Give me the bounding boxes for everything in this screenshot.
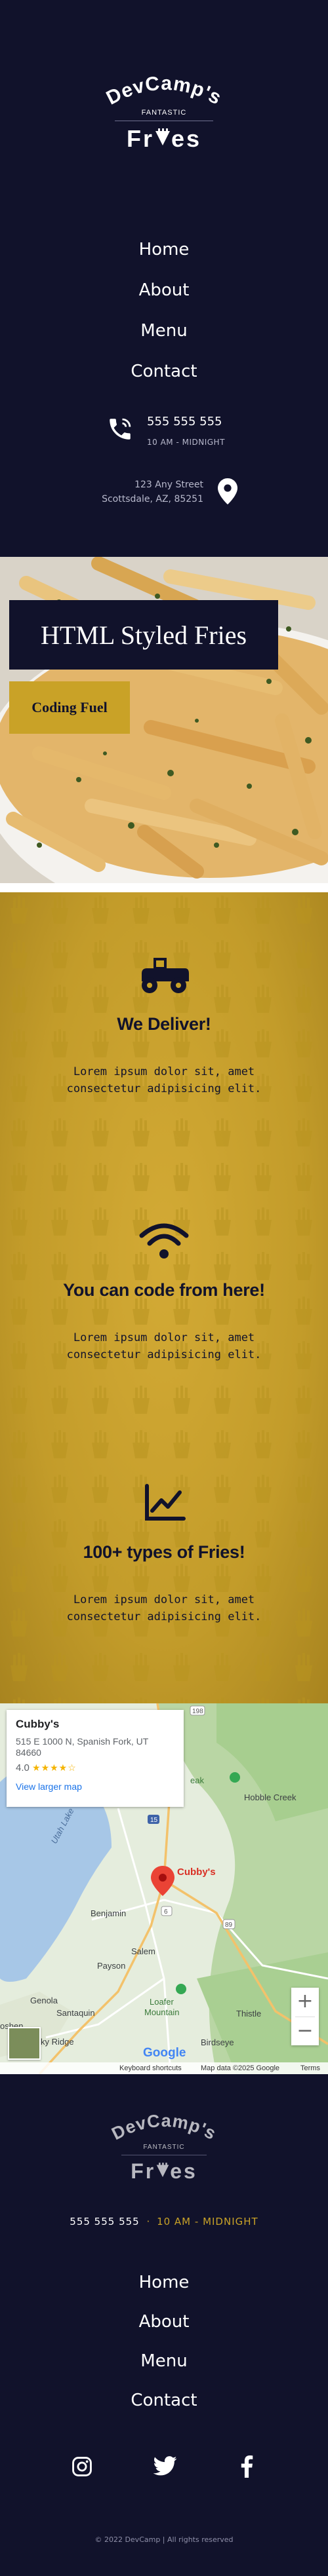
- label-birdseye: Birdseye: [201, 2037, 234, 2047]
- footer-hours: 10 AM - MIDNIGHT: [157, 2216, 258, 2227]
- feature-wifi: You can code from here! Lorem ipsum dolo…: [0, 1220, 328, 1363]
- wifi-icon: [0, 1220, 328, 1262]
- facebook-icon[interactable]: [240, 2455, 253, 2480]
- place-name: Cubby's: [16, 1718, 60, 1730]
- footer-brand-word: Fr es: [0, 2159, 328, 2184]
- rating-stars-icon: ★★★★☆: [32, 1762, 77, 1773]
- terms-link[interactable]: Terms: [300, 2064, 320, 2072]
- nav-menu[interactable]: Menu: [0, 316, 328, 356]
- footer-brand-arc: DevCamp's: [108, 2111, 219, 2144]
- label-thistle: Thistle: [236, 2009, 261, 2018]
- fries-v-icon: [154, 125, 171, 153]
- twitter-icon[interactable]: [153, 2455, 177, 2479]
- chart-line-icon: [0, 1482, 328, 1524]
- label-santaquin: Santaquin: [56, 2008, 95, 2018]
- site-footer: DevCamp's FANTASTIC Fr es 555 555 555 · 1…: [0, 2074, 328, 2576]
- header-hours: 10 AM - MIDNIGHT: [147, 438, 225, 447]
- label-loafer: Loafer: [150, 1997, 174, 2007]
- zoom-in-button[interactable]: +: [291, 1988, 319, 2017]
- route-6-label: 6: [164, 1908, 168, 1916]
- brand-word-es: es: [171, 125, 202, 152]
- svg-text:DevCamp's: DevCamp's: [108, 2111, 219, 2144]
- header-address-block: 123 Any Street Scottsdale, AZ, 85251: [79, 477, 249, 516]
- feature-text-wifi: Lorem ipsum dolor sit, amet consectetur …: [66, 1331, 262, 1361]
- nav-about[interactable]: About: [0, 275, 328, 316]
- footer-separator: ·: [146, 2216, 150, 2227]
- footer-brand-name: DevCamp's: [108, 2111, 218, 2144]
- feature-text-delivery: Lorem ipsum dolor sit, amet consectetur …: [66, 1065, 262, 1095]
- label-payson: Payson: [97, 1961, 125, 1971]
- label-benjamin: Benjamin: [91, 1908, 126, 1918]
- feature-delivery: We Deliver! Lorem ipsum dolor sit, amet …: [0, 954, 328, 1097]
- section-divider: [0, 883, 328, 892]
- social-links: [0, 2455, 328, 2482]
- footer-nav-about[interactable]: About: [0, 2307, 328, 2346]
- footer-nav: Home About Menu Contact: [0, 2267, 328, 2425]
- hero-subtitle: Coding Fuel: [9, 681, 130, 734]
- footer-contact-line: 555 555 555 · 10 AM - MIDNIGHT: [0, 2216, 328, 2227]
- map-zoom-controls: + −: [291, 1988, 319, 2045]
- map-attribution-bar: Keyboard shortcuts Map data ©2025 Google…: [0, 2062, 328, 2074]
- satellite-toggle-thumbnail[interactable]: [8, 2027, 41, 2060]
- google-logo: Google: [143, 2046, 186, 2060]
- map-place-card: Cubby's 515 E 1000 N, Spanish Fork, UT 8…: [7, 1710, 184, 1807]
- map-data-credit: Map data ©2025 Google: [201, 2064, 280, 2072]
- footer-brand-word-fr: Fr: [131, 2159, 156, 2183]
- address-city: Scottsdale, AZ, 85251: [102, 494, 203, 504]
- footer-nav-home[interactable]: Home: [0, 2267, 328, 2307]
- place-address: 515 E 1000 N, Spanish Fork, UT 84660: [16, 1736, 149, 1758]
- phone-icon: [106, 415, 134, 445]
- zoom-out-button[interactable]: −: [291, 2017, 319, 2046]
- header-phone-number[interactable]: 555 555 555: [147, 415, 222, 428]
- keyboard-shortcuts-link[interactable]: Keyboard shortcuts: [119, 2064, 182, 2072]
- label-loafer-mountain: Mountain: [144, 2007, 179, 2017]
- brand-name: DevCamp's: [103, 73, 225, 109]
- footer-brand-word-es: es: [170, 2159, 197, 2183]
- route-15-label: 15: [150, 1817, 158, 1824]
- location-map[interactable]: Utah Lake Benjamin Salem Payson Genola S…: [0, 1703, 328, 2074]
- rating-value: 4.0: [16, 1762, 30, 1773]
- svg-text:DevCamp's: DevCamp's: [103, 73, 226, 109]
- place-rating: 4.0 ★★★★☆: [16, 1762, 174, 1773]
- brand-word: Fr es: [0, 125, 328, 153]
- label-salem: Salem: [131, 1946, 155, 1956]
- truck-icon: [0, 954, 328, 996]
- hero-title: HTML Styled Fries: [9, 600, 278, 670]
- feature-title-delivery: We Deliver!: [117, 1014, 211, 1034]
- footer-phone[interactable]: 555 555 555: [70, 2216, 139, 2227]
- view-larger-map-link[interactable]: View larger map: [16, 1781, 174, 1792]
- nav-home[interactable]: Home: [0, 235, 328, 275]
- label-genola: Genola: [30, 1996, 58, 2005]
- route-89-label: 198: [192, 1708, 203, 1715]
- footer-brand-logo[interactable]: DevCamp's FANTASTIC Fr es: [0, 2111, 328, 2196]
- footer-nav-contact[interactable]: Contact: [0, 2385, 328, 2425]
- instagram-icon[interactable]: [71, 2455, 93, 2480]
- feature-title-types: 100+ types of Fries!: [83, 1542, 245, 1562]
- features-section: We Deliver! Lorem ipsum dolor sit, amet …: [0, 892, 328, 1703]
- feature-title-wifi: You can code from here!: [63, 1280, 265, 1300]
- label-sky-ridge: ky Ridge: [41, 2037, 74, 2047]
- footer-brand-tagline: FANTASTIC: [143, 2144, 185, 2151]
- brand-tagline: FANTASTIC: [141, 109, 187, 117]
- brand-name-arc: DevCamp's: [103, 73, 226, 109]
- brand-logo[interactable]: DevCamp's FANTASTIC Fr es: [0, 72, 328, 177]
- marker-label: Cubby's: [177, 1866, 216, 1878]
- footer-fries-v-icon: [155, 2159, 170, 2184]
- feature-text-types: Lorem ipsum dolor sit, amet consectetur …: [66, 1593, 262, 1623]
- nav-contact[interactable]: Contact: [0, 356, 328, 397]
- brand-word-fr: Fr: [126, 125, 154, 152]
- site-header: DevCamp's FANTASTIC Fr es Home About Menu…: [0, 0, 328, 557]
- address-street: 123 Any Street: [134, 480, 203, 490]
- copyright-notice: © 2022 DevCamp | All rights reserved: [94, 2535, 234, 2544]
- map-pin-icon: [218, 478, 237, 507]
- label-peak: eak: [190, 1775, 204, 1785]
- footer-nav-menu[interactable]: Menu: [0, 2346, 328, 2385]
- hero-section: HTML Styled Fries Coding Fuel: [0, 557, 328, 883]
- feature-types: 100+ types of Fries! Lorem ipsum dolor s…: [0, 1482, 328, 1625]
- route-89b-label: 89: [225, 1922, 233, 1929]
- main-nav: Home About Menu Contact: [0, 235, 328, 397]
- header-phone-block: 555 555 555 10 AM - MIDNIGHT: [106, 411, 237, 457]
- label-hobble-creek: Hobble Creek: [244, 1792, 297, 1802]
